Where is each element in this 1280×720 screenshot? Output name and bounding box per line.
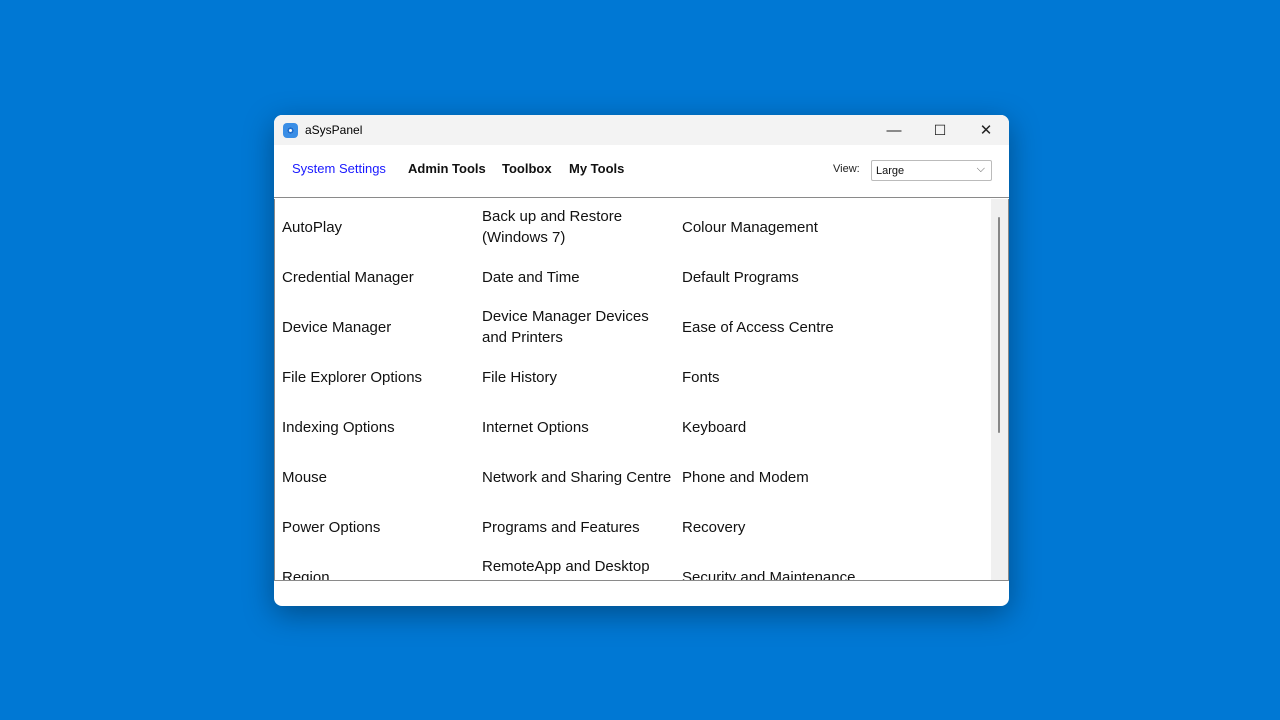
tab-toolbox[interactable]: Toolbox bbox=[502, 161, 552, 176]
window-title: aSysPanel bbox=[305, 123, 363, 137]
control-panel-item[interactable]: File Explorer Options bbox=[282, 352, 472, 402]
tab-system-settings[interactable]: System Settings bbox=[292, 161, 386, 176]
tab-my-tools[interactable]: My Tools bbox=[569, 161, 624, 176]
control-panel-item[interactable]: Keyboard bbox=[682, 402, 872, 452]
view-select[interactable]: Large ⌵ bbox=[871, 160, 992, 181]
control-panel-item[interactable]: Colour Management bbox=[682, 202, 872, 252]
control-panel-item[interactable]: Security and Maintenance bbox=[682, 552, 872, 581]
view-label: View: bbox=[833, 163, 860, 175]
tab-admin-tools[interactable]: Admin Tools bbox=[408, 161, 486, 176]
menu-bar: System Settings Admin Tools Toolbox My T… bbox=[274, 145, 1009, 198]
scrollbar-thumb[interactable] bbox=[998, 217, 1000, 433]
view-select-value: Large bbox=[876, 165, 905, 177]
app-window: aSysPanel — ☐ ✕ System Settings Admin To… bbox=[274, 115, 1009, 606]
control-panel-item[interactable]: RemoteApp and Desktop Connections bbox=[482, 552, 672, 580]
control-panel-item[interactable]: Network and Sharing Centre bbox=[482, 452, 672, 502]
vertical-scrollbar[interactable] bbox=[991, 199, 1008, 580]
close-button[interactable]: ✕ bbox=[963, 115, 1009, 145]
control-panel-item[interactable]: Phone and Modem bbox=[682, 452, 872, 502]
control-panel-item[interactable]: Credential Manager bbox=[282, 252, 472, 302]
control-panel-item[interactable]: Default Programs bbox=[682, 252, 872, 302]
control-panel-item[interactable]: Indexing Options bbox=[282, 402, 472, 452]
control-panel-item[interactable]: Mouse bbox=[282, 452, 472, 502]
control-panel-item[interactable]: Back up and Restore (Windows 7) bbox=[482, 202, 672, 252]
control-panel-item[interactable]: Recovery bbox=[682, 502, 872, 552]
control-panel-item[interactable]: AutoPlay bbox=[282, 202, 472, 252]
control-panel-item[interactable]: Region bbox=[282, 552, 472, 581]
control-panel-item[interactable]: Device Manager bbox=[282, 302, 472, 352]
control-panel-item[interactable]: Fonts bbox=[682, 352, 872, 402]
chevron-down-icon: ⌵ bbox=[976, 163, 985, 175]
minimize-button[interactable]: — bbox=[871, 115, 917, 145]
items-grid: Security and Maintenance RemoteApp and De… bbox=[274, 199, 1009, 581]
control-panel-item[interactable]: Device Manager Devices and Printers bbox=[482, 302, 672, 352]
control-panel-item[interactable]: Power Options bbox=[282, 502, 472, 552]
control-panel-item[interactable]: Programs and Features bbox=[482, 502, 672, 552]
control-panel-item[interactable]: File History bbox=[482, 352, 672, 402]
control-panel-item[interactable]: Date and Time bbox=[482, 252, 672, 302]
control-panel-item[interactable]: Ease of Access Centre bbox=[682, 302, 872, 352]
control-panel-item[interactable]: Internet Options bbox=[482, 402, 672, 452]
app-icon bbox=[283, 122, 298, 138]
title-bar: aSysPanel — ☐ ✕ bbox=[274, 115, 1009, 145]
maximize-button[interactable]: ☐ bbox=[917, 115, 963, 145]
